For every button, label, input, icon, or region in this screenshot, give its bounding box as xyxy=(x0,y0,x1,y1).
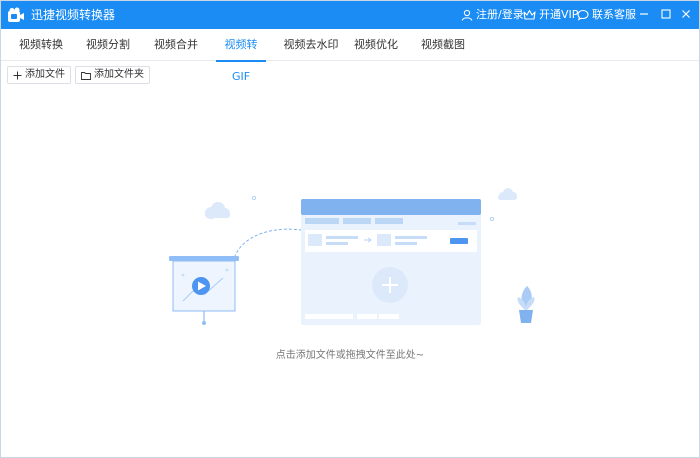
tab-video-split[interactable]: 视频分割 xyxy=(84,29,132,61)
sparkle-icon xyxy=(489,216,494,221)
add-file-button[interactable]: 添加文件 xyxy=(7,66,71,84)
close-button[interactable] xyxy=(677,5,695,23)
app-window: 迅捷视频转换器 注册/登录 开通VIP 联系客服 视频转换 视频分割 视频合并 … xyxy=(0,0,700,458)
tab-video-merge[interactable]: 视频合并 xyxy=(152,29,200,61)
app-window-mockup xyxy=(301,199,481,325)
close-icon xyxy=(682,10,690,18)
minimize-icon xyxy=(640,13,648,15)
connector-line xyxy=(232,228,302,263)
add-folder-label: 添加文件夹 xyxy=(94,69,144,80)
plus-icon xyxy=(13,71,22,79)
minimize-button[interactable] xyxy=(635,5,653,23)
maximize-icon xyxy=(661,9,671,19)
open-vip-label: 开通VIP xyxy=(539,8,579,21)
add-file-label: 添加文件 xyxy=(25,69,65,80)
drop-hint-text[interactable]: 点击添加文件或拖拽文件至此处~ xyxy=(1,346,699,361)
tab-remove-watermark[interactable]: 视频去水印 xyxy=(282,29,340,61)
sparkle-icon xyxy=(252,195,257,200)
cloud-icon xyxy=(498,188,517,200)
add-folder-button[interactable]: 添加文件夹 xyxy=(75,66,150,84)
contact-service-button[interactable]: 联系客服 xyxy=(577,8,636,22)
app-title: 迅捷视频转换器 xyxy=(31,8,116,22)
empty-state-illustration xyxy=(169,188,535,325)
tab-video-screenshot[interactable]: 视频截图 xyxy=(419,29,467,61)
tab-video-convert[interactable]: 视频转换 xyxy=(17,29,65,61)
feature-tabs: 视频转换 视频分割 视频合并 视频转GIF 视频去水印 视频优化 视频截图 xyxy=(1,29,699,83)
tab-video-optimize[interactable]: 视频优化 xyxy=(352,29,400,61)
title-bar: 迅捷视频转换器 注册/登录 开通VIP 联系客服 xyxy=(1,1,699,29)
open-vip-button[interactable]: 开通VIP xyxy=(523,8,578,22)
maximize-button[interactable] xyxy=(657,5,675,23)
plant-icon xyxy=(517,286,535,323)
presentation-board-icon xyxy=(169,256,239,325)
cloud-icon xyxy=(205,202,230,219)
app-logo-icon xyxy=(8,7,24,22)
tab-video-to-gif[interactable]: 视频转GIF xyxy=(216,29,266,83)
contact-service-label: 联系客服 xyxy=(592,8,636,21)
crown-icon xyxy=(523,9,536,20)
login-register-label: 注册/登录 xyxy=(476,8,524,21)
folder-icon xyxy=(81,71,91,80)
login-register-button[interactable]: 注册/登录 xyxy=(461,8,524,22)
user-icon xyxy=(461,9,473,21)
chat-bubble-icon xyxy=(577,9,589,21)
toolbar: 添加文件 添加文件夹 xyxy=(1,62,699,86)
